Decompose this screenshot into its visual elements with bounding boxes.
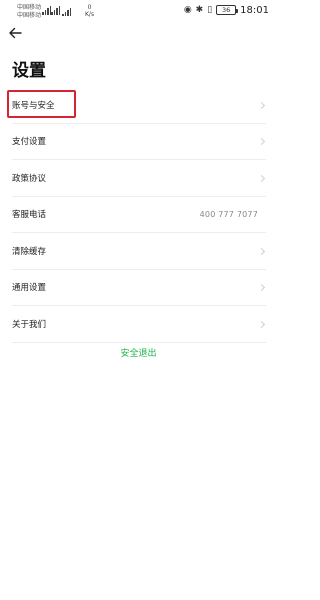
- signal-2-icon: [51, 5, 61, 15]
- settings-item-label: 清除缓存: [12, 246, 47, 257]
- settings-list: 账号与安全 支付设置 政策协议 客服电话 400 777 7077 清除缓存 通…: [0, 87, 277, 343]
- carrier-2-label: 中国移动: [17, 12, 42, 19]
- wifi-signal-icon: [62, 6, 72, 16]
- settings-item-account-security[interactable]: 账号与安全: [7, 87, 266, 124]
- status-bar: 中国移动 中国移动 0 K/s ◉ ✱ ▯ 36 18:01: [0, 0, 277, 22]
- settings-item-label: 支付设置: [12, 137, 47, 148]
- settings-item-payment[interactable]: 支付设置: [12, 124, 266, 160]
- network-speed-value: 0: [87, 4, 92, 11]
- customer-service-phone: 400 777 7077: [199, 209, 258, 219]
- carrier-1-label: 中国移动: [17, 4, 42, 11]
- chevron-right-icon: [257, 320, 266, 328]
- settings-item-label: 客服电话: [12, 210, 47, 221]
- back-arrow-icon: [9, 27, 22, 39]
- page-title: 设置: [12, 61, 46, 81]
- chevron-right-icon: [257, 284, 266, 292]
- eye-comfort-icon: ◉: [183, 4, 192, 15]
- chevron-right-icon: [257, 174, 266, 182]
- logout-button[interactable]: 安全退出: [0, 346, 277, 359]
- settings-item-policy[interactable]: 政策协议: [12, 160, 266, 197]
- settings-item-label: 通用设置: [12, 283, 47, 294]
- network-speed-unit: K/s: [85, 11, 95, 18]
- chevron-right-icon: [257, 247, 266, 255]
- settings-item-label: 政策协议: [12, 173, 47, 184]
- signal-1-icon: [42, 5, 52, 15]
- status-icons: ◉ ✱ ▯ 36 18:01: [184, 3, 269, 17]
- settings-item-customer-service[interactable]: 客服电话 400 777 7077: [12, 197, 266, 233]
- network-speed: 0 K/s: [85, 4, 94, 18]
- clock: 18:01: [240, 4, 269, 16]
- settings-item-label: 关于我们: [12, 319, 47, 330]
- settings-item-clear-cache[interactable]: 清除缓存: [12, 233, 266, 270]
- chevron-right-icon: [257, 138, 266, 146]
- battery-icon: 36: [216, 5, 239, 15]
- settings-item-label: 账号与安全: [12, 100, 55, 111]
- back-button[interactable]: [6, 24, 24, 42]
- settings-item-about[interactable]: 关于我们: [12, 306, 266, 343]
- bluetooth-icon: ✱: [195, 4, 204, 15]
- carrier-labels: 中国移动 中国移动: [17, 4, 41, 20]
- settings-item-general[interactable]: 通用设置: [12, 270, 266, 306]
- vibrate-icon: ▯: [207, 4, 213, 15]
- chevron-right-icon: [257, 101, 266, 109]
